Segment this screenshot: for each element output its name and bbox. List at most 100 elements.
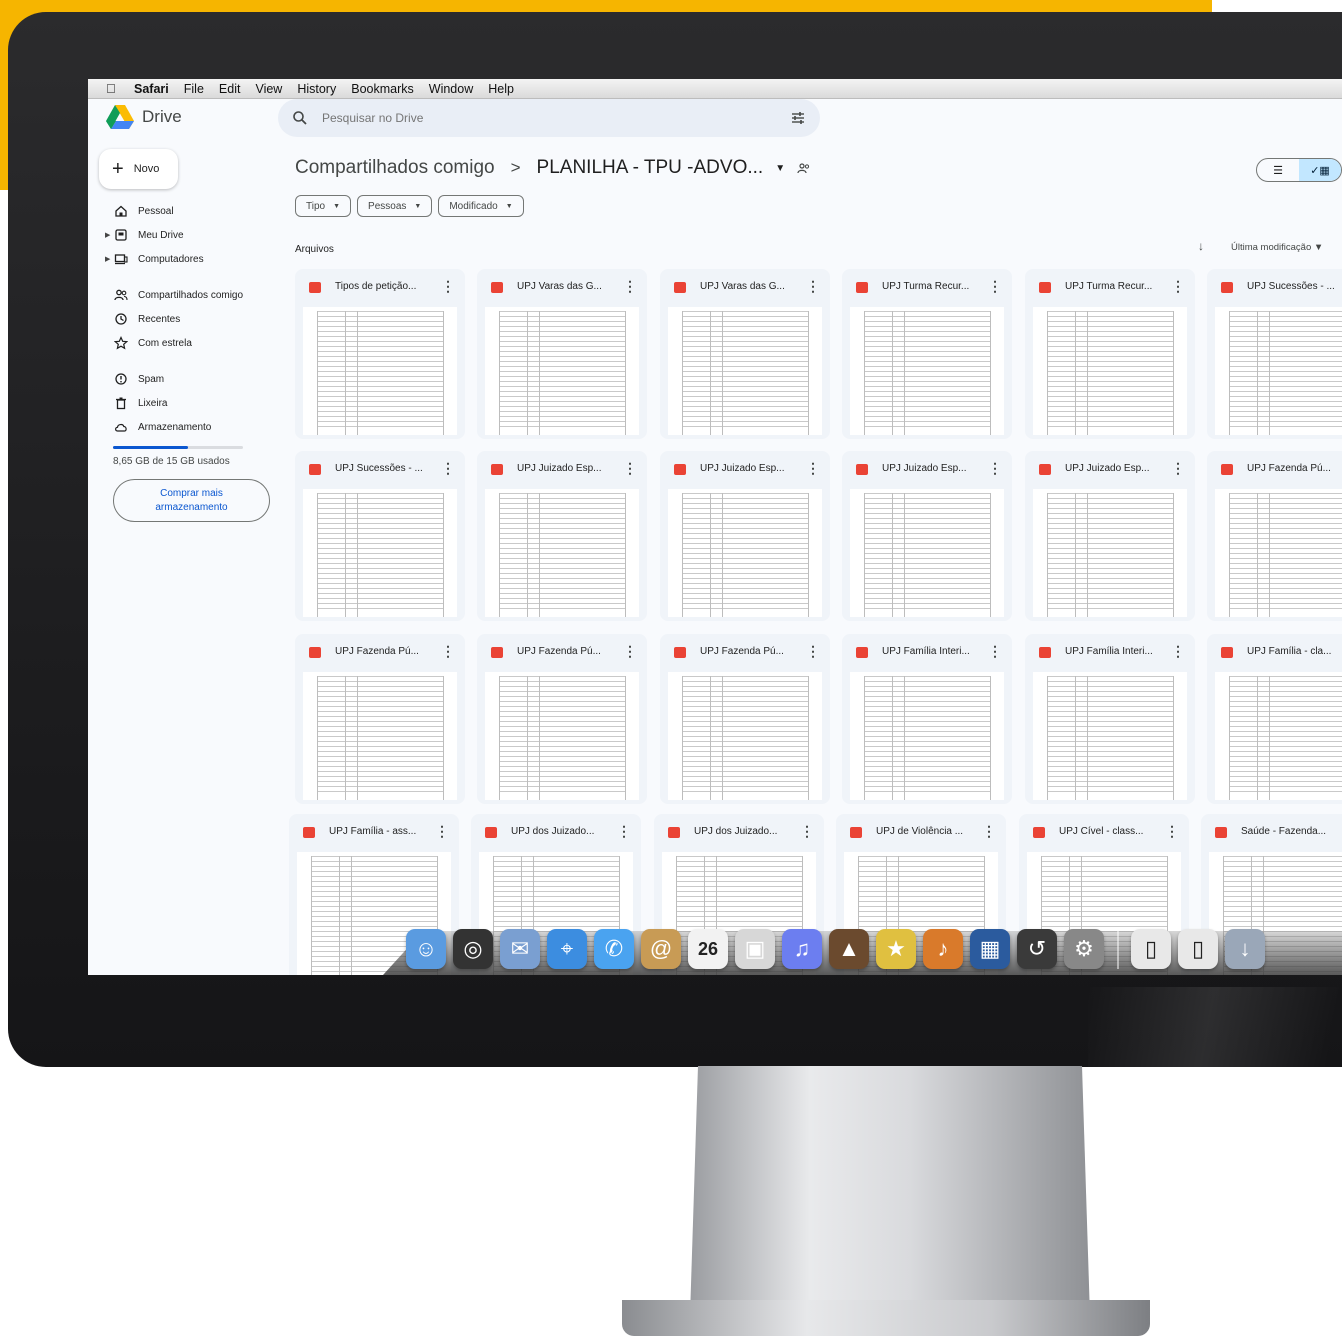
search-icon[interactable] xyxy=(292,110,308,126)
sidebar-item-meu-drive[interactable]: ▶ Meu Drive xyxy=(88,225,278,245)
menu-view[interactable]: View xyxy=(255,82,282,96)
sidebar-item-lixeira[interactable]: Lixeira xyxy=(88,393,278,413)
file-card[interactable]: UPJ Família Interi... ⋮ xyxy=(842,634,1012,804)
preview-icon[interactable]: ▣ xyxy=(735,929,775,969)
time-machine-icon[interactable]: ↺ xyxy=(1017,929,1057,969)
more-options-icon[interactable]: ⋮ xyxy=(982,823,996,840)
file-card[interactable]: UPJ Fazenda Pú...⋮ xyxy=(1207,451,1342,621)
thumbnail-sheet xyxy=(682,676,809,800)
caret-down-icon: ▼ xyxy=(505,202,513,210)
more-options-icon[interactable]: ⋮ xyxy=(1171,460,1185,477)
more-options-icon[interactable]: ⋮ xyxy=(806,460,820,477)
menu-edit[interactable]: Edit xyxy=(219,82,241,96)
menu-history[interactable]: History xyxy=(297,82,336,96)
file-card-header: UPJ Cível - class... ⋮ xyxy=(1019,814,1189,850)
search-input[interactable] xyxy=(320,110,764,126)
buy-storage-button[interactable]: Comprar mais armazenamento xyxy=(113,479,270,522)
more-options-icon[interactable]: ⋮ xyxy=(441,278,455,295)
file-card[interactable]: UPJ Sucessões - ...⋮ xyxy=(1207,269,1342,439)
sidebar-item-armazenamento[interactable]: Armazenamento xyxy=(88,417,278,437)
safari-icon[interactable]: ⌖ xyxy=(547,929,587,969)
search-bar[interactable] xyxy=(278,99,820,137)
more-options-icon[interactable]: ⋮ xyxy=(800,823,814,840)
thumbnail-line xyxy=(1223,891,1342,892)
more-options-icon[interactable]: ⋮ xyxy=(441,460,455,477)
more-options-icon[interactable]: ⋮ xyxy=(623,460,637,477)
garageband-icon[interactable]: ♪ xyxy=(923,929,963,969)
expand-caret-icon[interactable]: ▶ xyxy=(105,255,110,263)
file-card[interactable]: UPJ Juizado Esp... ⋮ xyxy=(842,451,1012,621)
spaces-icon[interactable]: ▦ xyxy=(970,929,1010,969)
itunes-icon[interactable]: ♫ xyxy=(782,929,822,969)
file-card[interactable]: UPJ Juizado Esp... ⋮ xyxy=(1025,451,1195,621)
more-options-icon[interactable]: ⋮ xyxy=(441,643,455,660)
menu-app-name[interactable]: Safari xyxy=(134,82,169,96)
breadcrumb-root[interactable]: Compartilhados comigo xyxy=(295,157,495,179)
system-preferences-icon[interactable]: ⚙ xyxy=(1064,929,1104,969)
more-options-icon[interactable]: ⋮ xyxy=(806,278,820,295)
file-card[interactable]: UPJ Juizado Esp... ⋮ xyxy=(660,451,830,621)
mail-stamp-icon[interactable]: ✉ xyxy=(500,929,540,969)
file-card[interactable]: UPJ Família Interi... ⋮ xyxy=(1025,634,1195,804)
more-options-icon[interactable]: ⋮ xyxy=(435,823,449,840)
search-options-icon[interactable] xyxy=(790,110,806,126)
sidebar-item-pessoal[interactable]: Pessoal xyxy=(88,201,278,221)
file-card[interactable]: UPJ Juizado Esp... ⋮ xyxy=(477,451,647,621)
sidebar-item-compartilhados[interactable]: Compartilhados comigo xyxy=(88,285,278,305)
sidebar-item-computadores[interactable]: ▶ Computadores xyxy=(88,249,278,269)
thumbnail-line xyxy=(864,593,990,594)
more-options-icon[interactable]: ⋮ xyxy=(617,823,631,840)
more-options-icon[interactable]: ⋮ xyxy=(988,643,1002,660)
file-card[interactable]: UPJ Turma Recur... ⋮ xyxy=(1025,269,1195,439)
filter-tipo[interactable]: Tipo ▼ xyxy=(295,195,352,217)
file-card[interactable]: UPJ Varas das G... ⋮ xyxy=(477,269,647,439)
file-card[interactable]: UPJ Turma Recur... ⋮ xyxy=(842,269,1012,439)
apple-icon[interactable]:  xyxy=(106,81,120,96)
finder-icon[interactable]: ☺ xyxy=(406,929,446,969)
new-button[interactable]: + Novo xyxy=(99,149,178,189)
dashboard-icon[interactable]: ◎ xyxy=(453,929,493,969)
expand-caret-icon[interactable]: ▶ xyxy=(105,231,110,239)
sidebar-item-recentes[interactable]: Recentes xyxy=(88,309,278,329)
filter-pessoas[interactable]: Pessoas ▼ xyxy=(357,195,433,217)
menu-file[interactable]: File xyxy=(184,82,204,96)
pdf-doc-icon[interactable]: ▯ xyxy=(1131,929,1171,969)
menu-window[interactable]: Window xyxy=(429,82,473,96)
caret-down-icon[interactable]: ▼ xyxy=(775,163,785,174)
file-card[interactable]: Tipos de petição... ⋮ xyxy=(295,269,465,439)
ical-icon[interactable]: 26 xyxy=(688,929,728,969)
more-options-icon[interactable]: ⋮ xyxy=(623,643,637,660)
more-options-icon[interactable]: ⋮ xyxy=(1165,823,1179,840)
more-options-icon[interactable]: ⋮ xyxy=(988,460,1002,477)
pdf-doc-icon[interactable]: ▯ xyxy=(1178,929,1218,969)
iphoto-icon[interactable]: ▲ xyxy=(829,929,869,969)
filter-modificado[interactable]: Modificado ▼ xyxy=(438,195,524,217)
address-book-icon[interactable]: @ xyxy=(641,929,681,969)
file-card[interactable]: UPJ Fazenda Pú...⋮ xyxy=(660,634,830,804)
thumbnail-line xyxy=(864,583,990,584)
more-options-icon[interactable]: ⋮ xyxy=(988,278,1002,295)
file-card[interactable]: UPJ Família - cla...⋮ xyxy=(1207,634,1342,804)
list-view-icon[interactable]: ☰ xyxy=(1257,159,1299,181)
imovie-icon[interactable]: ★ xyxy=(876,929,916,969)
drive-logo[interactable]: Drive xyxy=(106,104,182,130)
sort-by-dropdown[interactable]: Última modificação ▼ xyxy=(1231,242,1323,253)
menu-help[interactable]: Help xyxy=(488,82,514,96)
more-options-icon[interactable]: ⋮ xyxy=(1171,278,1185,295)
sidebar-item-com-estrela[interactable]: Com estrela xyxy=(88,333,278,353)
thumbnail-line xyxy=(682,361,808,362)
sort-direction-icon[interactable]: ↓ xyxy=(1198,239,1204,253)
menu-bookmarks[interactable]: Bookmarks xyxy=(351,82,414,96)
more-options-icon[interactable]: ⋮ xyxy=(806,643,820,660)
more-options-icon[interactable]: ⋮ xyxy=(1171,643,1185,660)
grid-view-icon[interactable]: ✓▦ xyxy=(1299,159,1341,181)
breadcrumb-current[interactable]: PLANILHA - TPU -ADVO... xyxy=(537,157,764,179)
ichat-icon[interactable]: ✆ xyxy=(594,929,634,969)
more-options-icon[interactable]: ⋮ xyxy=(623,278,637,295)
downloads-icon[interactable]: ↓ xyxy=(1225,929,1265,969)
file-card[interactable]: UPJ Varas das G... ⋮ xyxy=(660,269,830,439)
file-card[interactable]: UPJ Fazenda Pú...⋮ xyxy=(477,634,647,804)
file-card[interactable]: UPJ Sucessões - ...⋮ xyxy=(295,451,465,621)
file-card[interactable]: UPJ Fazenda Pú...⋮ xyxy=(295,634,465,804)
sidebar-item-spam[interactable]: Spam xyxy=(88,369,278,389)
